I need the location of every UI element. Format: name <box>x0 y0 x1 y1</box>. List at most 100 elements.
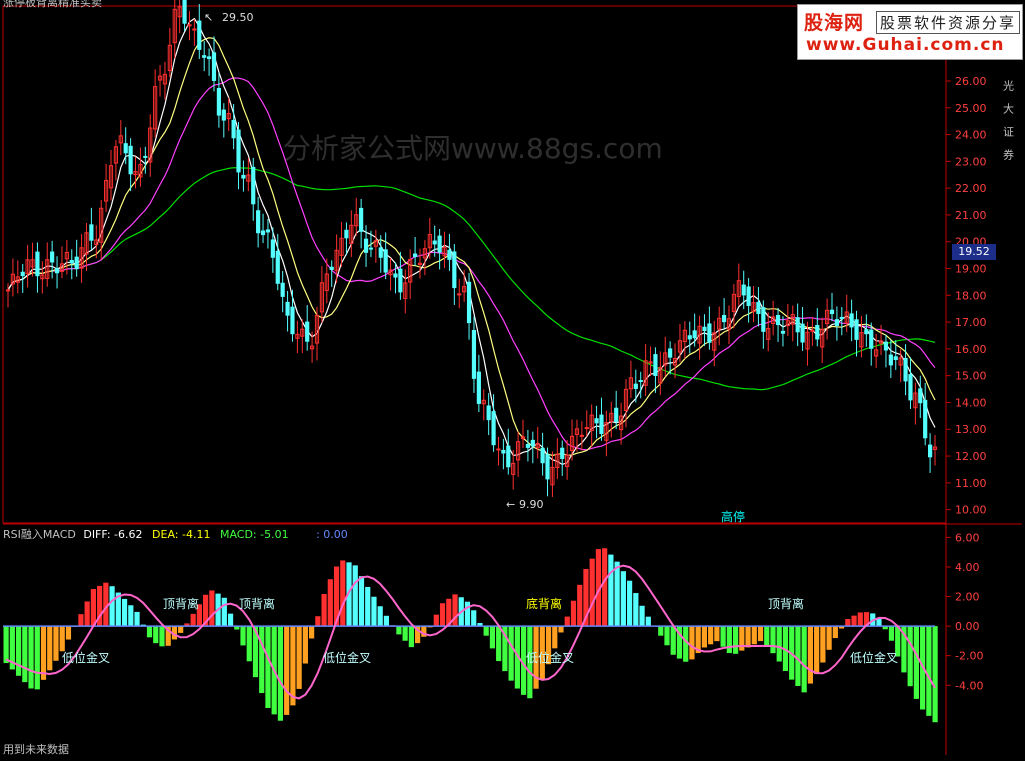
candle-body <box>580 435 583 436</box>
macd-bar <box>109 586 114 626</box>
macd-bar <box>440 603 445 626</box>
annotation-label: 底背离 <box>526 596 562 611</box>
macd-bar <box>265 626 270 708</box>
low-price-arrow: ← <box>506 498 515 511</box>
macd-bar <box>315 616 320 626</box>
macd-bar <box>721 626 726 647</box>
macd-bar <box>240 626 245 645</box>
macd-bar <box>278 626 283 721</box>
macd-bar <box>328 579 333 626</box>
macd-bar <box>608 555 613 626</box>
annotation-label: 顶背离 <box>768 596 804 611</box>
candle-body <box>654 355 657 376</box>
price-tick-label: 15.00 <box>955 370 987 383</box>
macd-bar <box>509 626 514 681</box>
macd-bar <box>833 626 838 638</box>
macd-bar <box>770 626 775 653</box>
macd-bar <box>47 626 52 670</box>
macd-bar <box>814 626 819 674</box>
macd-bar <box>153 626 158 643</box>
price-tick-label: 25.00 <box>955 102 987 115</box>
price-tick-label: 22.00 <box>955 182 987 195</box>
macd-bar <box>490 626 495 648</box>
right-side-text: 光大证券 <box>1002 79 1015 172</box>
macd-bar <box>60 626 65 651</box>
price-tick-label: 16.00 <box>955 343 987 356</box>
macd-bar <box>41 626 46 680</box>
candle-body <box>909 375 912 400</box>
price-tick-label: 10.00 <box>955 504 987 517</box>
annotation-label: 低位金叉 <box>850 650 898 665</box>
candle-body <box>266 230 269 232</box>
candle-body <box>776 315 779 324</box>
candle-body <box>639 381 642 382</box>
macd-bar <box>708 626 713 644</box>
annotation-label: 顶背离 <box>163 596 199 611</box>
candle-body <box>889 355 892 365</box>
candle-body <box>502 450 505 453</box>
candle-body <box>21 272 24 275</box>
limit-up-label: 高停 <box>721 509 745 524</box>
annotation-label: 低位金叉 <box>323 650 371 665</box>
price-labels: 29.50 ↖ ← 9.90 高停 光大证券 <box>204 11 1015 524</box>
macd-bar <box>702 626 707 647</box>
candle-body <box>257 211 260 233</box>
bottom-note: 用到未来数据 <box>3 741 69 757</box>
ma5-line <box>8 19 935 465</box>
candle-body <box>541 448 544 462</box>
macd-bar <box>465 602 470 626</box>
candle-body <box>585 428 588 429</box>
candle-body <box>129 146 132 173</box>
price-tick-label: 18.00 <box>955 289 987 302</box>
price-tick-label: 12.00 <box>955 450 987 463</box>
macd-bar <box>658 626 663 636</box>
candle-body <box>600 415 603 433</box>
high-price-label: 29.50 <box>222 11 254 24</box>
price-tick-label: 23.00 <box>955 155 987 168</box>
macd-bar <box>727 626 732 653</box>
macd-tick-label: -2.00 <box>955 650 983 663</box>
macd-bar <box>745 626 750 647</box>
macd-bar <box>378 606 383 626</box>
candle-body <box>222 110 225 120</box>
candle-body <box>884 342 887 350</box>
macd-bar <box>639 606 644 626</box>
candle-body <box>364 239 367 252</box>
candle-body <box>487 406 490 420</box>
macd-bar <box>290 626 295 705</box>
candle-body <box>271 240 274 257</box>
macd-bar <box>664 626 669 645</box>
macd-bar <box>222 598 227 626</box>
macd-bar <box>671 626 676 655</box>
candle-body <box>669 349 672 357</box>
macd-bar <box>752 626 757 644</box>
macd-bar <box>284 626 289 715</box>
ma5-polyline <box>8 19 935 465</box>
watermark-layer: 分析家公式网www.88gs.com <box>283 132 663 165</box>
candle-body <box>55 269 58 273</box>
low-price-label: 9.90 <box>519 498 544 511</box>
candle-body <box>203 56 206 58</box>
candle-body <box>237 130 240 172</box>
candle-body <box>634 384 637 388</box>
ma10-line <box>8 38 935 456</box>
macd-bar <box>615 562 620 626</box>
candle-body <box>801 324 804 342</box>
candles <box>6 0 936 497</box>
price-panel-border <box>3 6 946 523</box>
macd-bar <box>209 590 214 626</box>
macd-bar <box>858 612 863 626</box>
candle-body <box>394 274 397 277</box>
macd-bar <box>359 576 364 626</box>
macd-bar <box>845 619 850 626</box>
macd-bar <box>621 571 626 626</box>
candle-body <box>708 324 711 342</box>
candle-body <box>546 455 549 479</box>
macd-bar <box>851 616 856 626</box>
candle-body <box>330 267 333 269</box>
extra-value: : 0.00 <box>316 528 348 541</box>
macd-bar <box>889 626 894 641</box>
macd-bar <box>396 626 401 634</box>
candle-body <box>369 248 372 249</box>
candle-body <box>722 316 725 322</box>
